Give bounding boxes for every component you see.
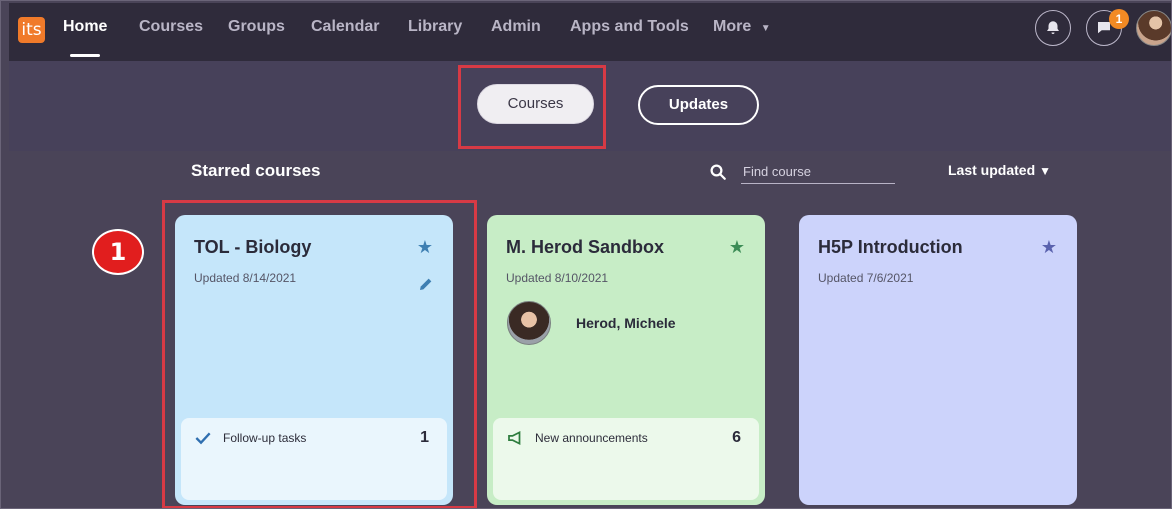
nav-calendar[interactable]: Calendar	[311, 18, 379, 36]
nav-more[interactable]: More ▼	[713, 18, 771, 36]
star-icon[interactable]: ★	[1041, 237, 1057, 258]
instructor-name: Herod, Michele	[576, 315, 676, 331]
chevron-down-icon: ▼	[760, 23, 771, 34]
messages-count-badge: 1	[1109, 9, 1129, 29]
course-card[interactable]: H5P Introduction Updated 7/6/2021 ★	[799, 215, 1077, 505]
new-announcements-count: 6	[732, 429, 741, 446]
nav-courses[interactable]: Courses	[139, 18, 203, 36]
nav-more-label: More	[713, 18, 752, 35]
nav-admin[interactable]: Admin	[491, 18, 541, 36]
step-number-badge: 1	[92, 229, 144, 275]
notifications-button[interactable]	[1035, 10, 1071, 46]
instructor-avatar	[507, 301, 551, 345]
new-announcements-label: New announcements	[535, 431, 648, 445]
course-card[interactable]: M. Herod Sandbox Updated 8/10/2021 ★ Her…	[487, 215, 765, 505]
new-announcements-panel[interactable]: New announcements 6	[493, 418, 759, 500]
nav-home[interactable]: Home	[63, 18, 107, 36]
updates-view-button[interactable]: Updates	[638, 85, 759, 125]
course-title[interactable]: M. Herod Sandbox	[506, 237, 664, 258]
course-updated-date: Updated 7/6/2021	[818, 271, 914, 285]
courses-button-highlight	[458, 65, 606, 149]
megaphone-icon	[508, 431, 521, 445]
sort-label: Last updated	[948, 162, 1036, 178]
sort-dropdown[interactable]: Last updated ▼	[948, 162, 1051, 178]
section-title: Starred courses	[191, 161, 321, 180]
star-icon[interactable]: ★	[729, 237, 745, 258]
nav-active-indicator	[70, 54, 100, 57]
search-icon[interactable]	[709, 163, 727, 181]
course-updated-date: Updated 8/10/2021	[506, 271, 609, 285]
user-avatar[interactable]	[1136, 10, 1172, 46]
course-title[interactable]: H5P Introduction	[818, 237, 963, 258]
nav-groups[interactable]: Groups	[228, 18, 285, 36]
bell-icon	[1047, 21, 1059, 34]
nav-library[interactable]: Library	[408, 18, 462, 36]
caret-down-icon: ▼	[1039, 164, 1052, 178]
find-course-input[interactable]	[741, 160, 895, 184]
card-highlight	[162, 200, 477, 509]
its-logo[interactable]: its	[18, 17, 45, 43]
nav-apps-and-tools[interactable]: Apps and Tools	[570, 18, 689, 36]
